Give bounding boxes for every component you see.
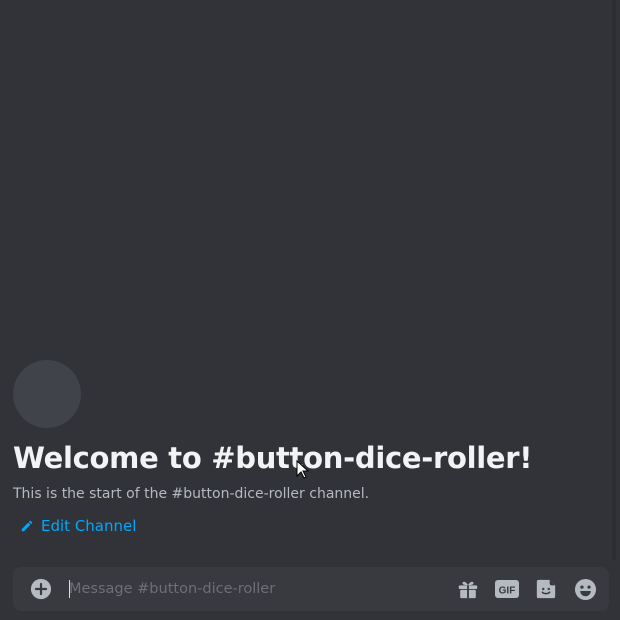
upload-button[interactable]	[13, 578, 69, 600]
message-input[interactable]	[69, 567, 443, 611]
emoji-icon	[574, 578, 596, 600]
message-composer: GIF	[13, 567, 609, 611]
text-caret	[69, 580, 70, 598]
mouse-cursor-icon	[296, 460, 310, 479]
sticker-button[interactable]	[532, 575, 560, 603]
channel-chat-area: Welcome to #button-dice-roller! This is …	[0, 0, 620, 620]
channel-avatar	[13, 360, 81, 428]
edit-channel-link[interactable]: Edit Channel	[20, 517, 136, 535]
channel-welcome: Welcome to #button-dice-roller! This is …	[13, 360, 593, 537]
message-input-wrapper	[69, 567, 443, 611]
sticker-icon	[536, 579, 556, 599]
pencil-icon	[21, 520, 33, 532]
add-circle-icon	[30, 578, 52, 600]
gif-button[interactable]: GIF	[493, 575, 521, 603]
welcome-subtitle: This is the start of the #button-dice-ro…	[13, 486, 370, 502]
gift-button[interactable]	[454, 575, 482, 603]
gift-icon	[458, 581, 478, 599]
edit-channel-label: Edit Channel	[41, 517, 137, 535]
emoji-button[interactable]	[571, 575, 599, 603]
gif-icon: GIF	[495, 580, 519, 598]
scrollbar[interactable]	[612, 0, 616, 560]
svg-text:GIF: GIF	[499, 586, 516, 597]
composer-tools: GIF	[443, 575, 609, 603]
